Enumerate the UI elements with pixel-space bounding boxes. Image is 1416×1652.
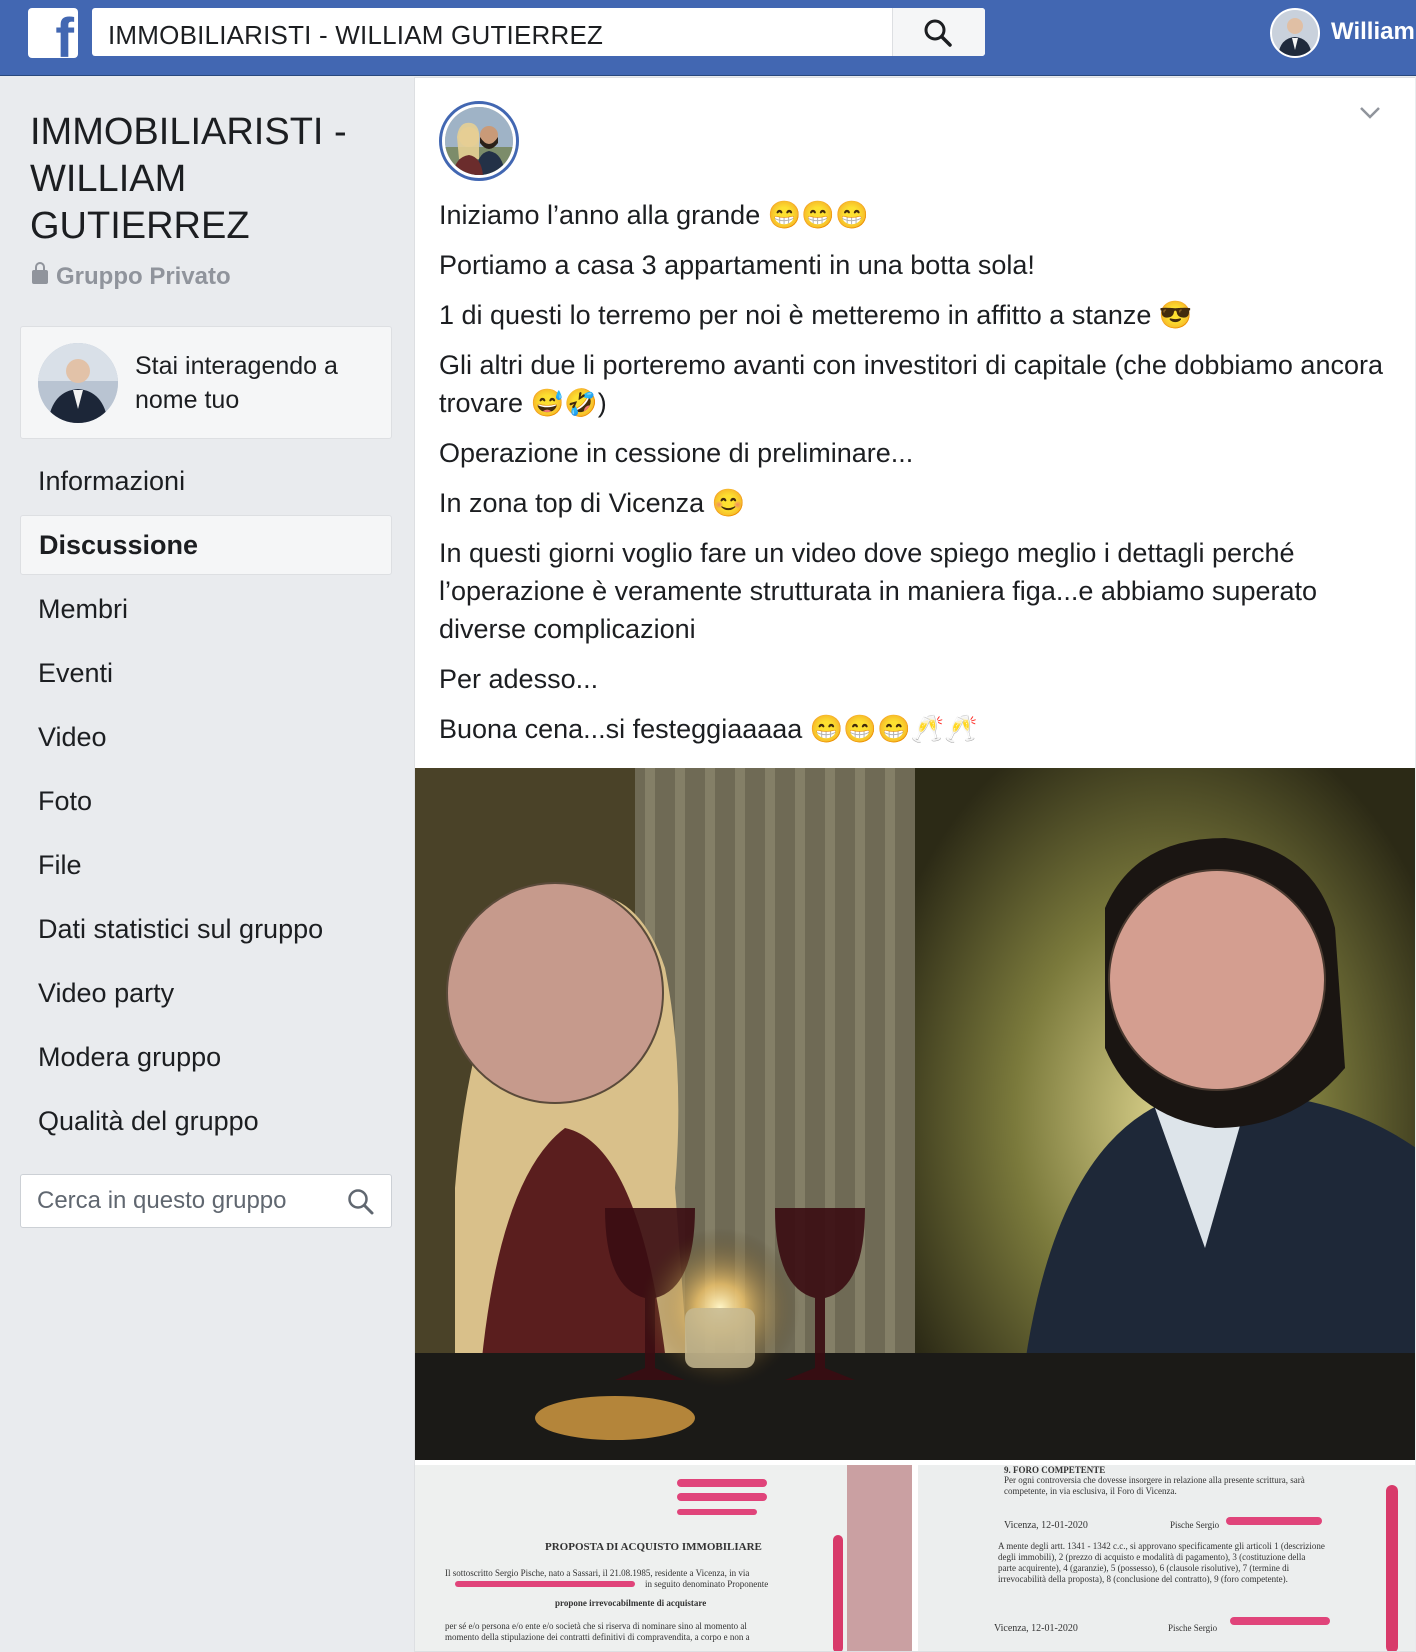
document-heading: 9. FORO COMPETENTE: [1004, 1465, 1106, 1475]
document-line: per sé e/o persona e/o ente e/o società …: [445, 1621, 747, 1631]
nav-item-video-party[interactable]: Video party: [20, 961, 392, 1025]
redaction-mark: [677, 1509, 757, 1515]
document-line: Per ogni controversia che dovesse insorg…: [1004, 1475, 1305, 1485]
post-paragraph: In questi giorni voglio fare un video do…: [439, 538, 1318, 644]
nav-item-modera-gruppo[interactable]: Modera gruppo: [20, 1025, 392, 1089]
facebook-logo-icon[interactable]: f: [28, 8, 78, 58]
post-body: Iniziamo l’anno alla grande 😁😁😁 Portiamo…: [439, 196, 1399, 760]
nav-item-dati-statistici[interactable]: Dati statistici sul gruppo: [20, 897, 392, 961]
document-place-date: Vicenza, 12-01-2020: [994, 1623, 1078, 1634]
post-photo-document-2[interactable]: 9. FORO COMPETENTE Per ogni controversia…: [918, 1465, 1415, 1651]
nav-item-video[interactable]: Video: [20, 705, 392, 769]
search-icon: [924, 19, 952, 47]
acting-as-avatar: [38, 343, 118, 423]
document-line: degli immobili), 2 (prezzo di acquisto e…: [998, 1552, 1306, 1562]
group-title[interactable]: IMMOBILIARISTI - WILLIAM GUTIERREZ: [30, 109, 390, 250]
group-privacy-text: Gruppo Privato: [56, 263, 231, 290]
redaction-mark: [1226, 1517, 1322, 1525]
search-icon[interactable]: [347, 1188, 375, 1216]
nav-item-qualita-gruppo[interactable]: Qualità del gruppo: [20, 1089, 392, 1153]
group-nav: Informazioni Discussione Membri Eventi V…: [20, 449, 392, 1153]
nav-item-foto[interactable]: Foto: [20, 769, 392, 833]
top-navigation-bar: f IMMOBILIARISTI - WILLIAM GUTIERREZ Wil…: [0, 0, 1416, 76]
group-sidebar: IMMOBILIARISTI - WILLIAM GUTIERREZ Grupp…: [0, 77, 412, 1652]
user-avatar[interactable]: [1270, 8, 1320, 58]
post-card: Iniziamo l’anno alla grande 😁😁😁 Portiamo…: [414, 77, 1415, 1652]
document-line: in seguito denominato Proponente: [645, 1579, 769, 1589]
acting-as-card[interactable]: Stai interagendo a nome tuo: [20, 326, 392, 439]
post-paragraph: Per adesso...: [439, 664, 599, 694]
post-photo-main[interactable]: [415, 768, 1415, 1460]
nav-item-eventi[interactable]: Eventi: [20, 641, 392, 705]
redaction-mark: [455, 1581, 635, 1587]
document-line: Il sottoscritto Sergio Pische, nato a Sa…: [445, 1568, 750, 1578]
document-line: competente, in via esclusiva, il Foro di…: [1004, 1486, 1177, 1496]
post-paragraph: Gli altri due li porteremo avanti con in…: [439, 350, 1383, 418]
global-search-input[interactable]: IMMOBILIARISTI - WILLIAM GUTIERREZ: [108, 20, 603, 51]
global-search-button[interactable]: [892, 8, 985, 56]
document-place-date: Vicenza, 12-01-2020: [1004, 1520, 1088, 1531]
post-paragraph: 1 di questi lo terremo per noi è mettere…: [439, 300, 1193, 330]
acting-as-text: Stai interagendo a nome tuo: [135, 352, 338, 414]
post-paragraph: Buona cena...si festeggiaaaaa 😁😁😁🥂🥂: [439, 714, 978, 744]
chevron-down-icon[interactable]: [1359, 106, 1381, 120]
post-paragraph: Iniziamo l’anno alla grande 😁😁😁: [439, 200, 869, 230]
user-name-link[interactable]: William: [1331, 18, 1415, 46]
photo-edge: [847, 1465, 912, 1651]
redaction-mark: [1230, 1617, 1330, 1625]
nav-item-file[interactable]: File: [20, 833, 392, 897]
post-paragraph: Operazione in cessione di preliminare...: [439, 438, 914, 468]
dinner-photo: [415, 768, 1415, 1460]
lock-icon: [32, 262, 48, 284]
document-line: parte acquirente), 4 (garanzie), 5 (poss…: [998, 1563, 1290, 1573]
redaction-mark: [677, 1479, 767, 1487]
post-author-avatar[interactable]: [439, 101, 519, 181]
document-heading: PROPOSTA DI ACQUISTO IMMOBILIARE: [545, 1541, 762, 1553]
document-line: A mente degli artt. 1341 - 1342 c.c., si…: [998, 1541, 1325, 1551]
nav-item-membri[interactable]: Membri: [20, 577, 392, 641]
document-subheading: propone irrevocabilmente di acquistare: [555, 1598, 707, 1608]
nav-item-informazioni[interactable]: Informazioni: [20, 449, 392, 513]
group-search-input[interactable]: [37, 1184, 337, 1218]
document-line: irrevocabilità della proposta), 8 (concl…: [998, 1574, 1288, 1584]
post-paragraph: In zona top di Vicenza 😊: [439, 488, 746, 518]
post-paragraph: Portiamo a casa 3 appartamenti in una bo…: [439, 250, 1035, 280]
group-privacy-label: Gruppo Privato: [32, 262, 231, 291]
group-search-box[interactable]: [20, 1174, 392, 1228]
post-photo-document-1[interactable]: PROPOSTA DI ACQUISTO IMMOBILIARE Il sott…: [415, 1465, 912, 1651]
redaction-mark: [833, 1535, 843, 1651]
redaction-mark: [677, 1493, 767, 1501]
redaction-mark: [1386, 1485, 1398, 1651]
document-signer: Pische Sergio: [1170, 1520, 1220, 1530]
global-search-bar[interactable]: IMMOBILIARISTI - WILLIAM GUTIERREZ: [92, 8, 985, 56]
nav-item-discussione[interactable]: Discussione: [20, 515, 392, 575]
document-signer: Pische Sergio: [1168, 1623, 1218, 1633]
document-line: momento della stipulazione dei contratti…: [445, 1632, 750, 1642]
